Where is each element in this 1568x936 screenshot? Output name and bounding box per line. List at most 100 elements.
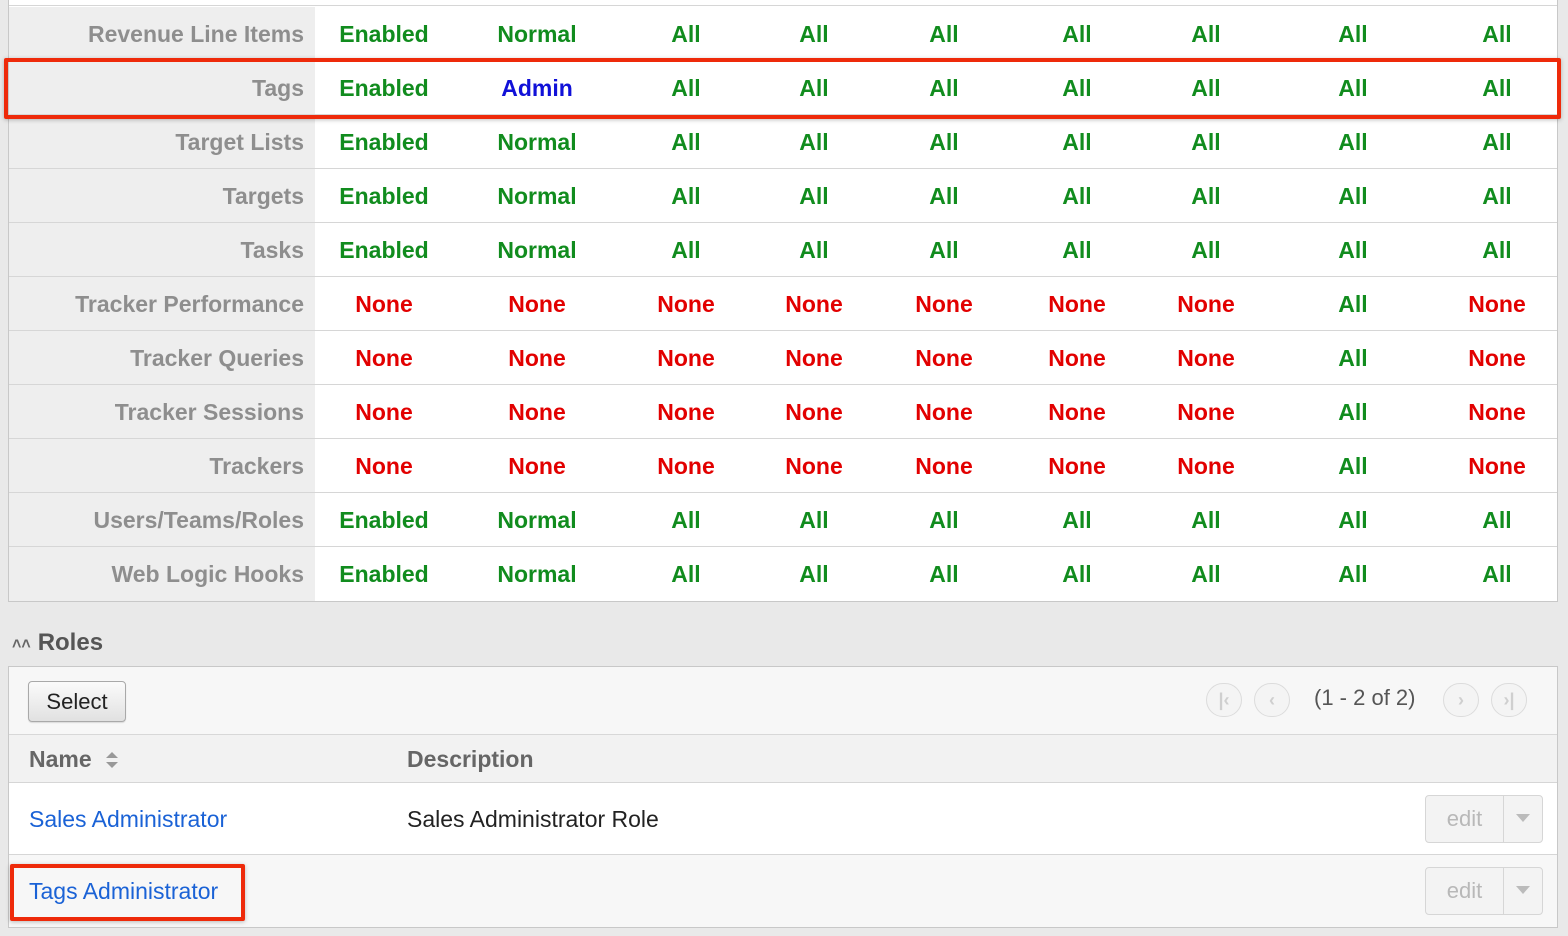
- permission-cell[interactable]: None: [355, 277, 413, 330]
- permission-cell[interactable]: All: [799, 61, 828, 114]
- edit-button[interactable]: edit: [1426, 796, 1504, 842]
- permission-cell[interactable]: All: [929, 547, 958, 601]
- permission-cell[interactable]: All: [1062, 7, 1091, 60]
- next-page-icon[interactable]: ›: [1443, 683, 1479, 717]
- permission-cell[interactable]: Normal: [497, 7, 576, 60]
- permission-cell[interactable]: All: [1062, 115, 1091, 168]
- permission-cell[interactable]: None: [355, 331, 413, 384]
- permission-cell[interactable]: None: [355, 439, 413, 492]
- permission-cell[interactable]: Normal: [497, 547, 576, 601]
- role-name-link[interactable]: Tags Administrator: [29, 855, 218, 927]
- permission-cell[interactable]: Enabled: [339, 493, 428, 546]
- permission-cell[interactable]: All: [1338, 277, 1367, 330]
- permission-cell[interactable]: None: [1048, 277, 1106, 330]
- permission-cell[interactable]: None: [1177, 439, 1235, 492]
- permission-cell[interactable]: None: [1177, 277, 1235, 330]
- permission-cell[interactable]: All: [929, 223, 958, 276]
- permission-cell[interactable]: All: [671, 115, 700, 168]
- permission-cell[interactable]: All: [671, 493, 700, 546]
- permission-cell[interactable]: All: [1062, 547, 1091, 601]
- permission-cell[interactable]: Normal: [497, 115, 576, 168]
- permission-cell[interactable]: Normal: [497, 223, 576, 276]
- actions-dropdown-icon[interactable]: [1504, 796, 1542, 842]
- permission-cell[interactable]: None: [657, 277, 715, 330]
- permission-cell[interactable]: All: [929, 169, 958, 222]
- permission-cell[interactable]: All: [1338, 7, 1367, 60]
- permission-cell[interactable]: None: [1048, 385, 1106, 438]
- permission-cell[interactable]: None: [508, 439, 566, 492]
- permission-cell[interactable]: Enabled: [339, 169, 428, 222]
- permission-cell[interactable]: All: [1191, 547, 1220, 601]
- permission-cell[interactable]: Enabled: [339, 115, 428, 168]
- permission-cell[interactable]: All: [671, 169, 700, 222]
- permission-cell[interactable]: Admin: [501, 61, 573, 114]
- permission-cell[interactable]: None: [1048, 331, 1106, 384]
- permission-cell[interactable]: None: [508, 331, 566, 384]
- permission-cell[interactable]: All: [671, 61, 700, 114]
- permission-cell[interactable]: All: [799, 493, 828, 546]
- permission-cell[interactable]: None: [785, 277, 843, 330]
- permission-cell[interactable]: All: [799, 169, 828, 222]
- permission-cell[interactable]: All: [1482, 493, 1511, 546]
- permission-cell[interactable]: All: [1191, 7, 1220, 60]
- permission-cell[interactable]: All: [1062, 493, 1091, 546]
- permission-cell[interactable]: Enabled: [339, 223, 428, 276]
- permission-cell[interactable]: None: [1468, 331, 1526, 384]
- last-page-icon[interactable]: ›|: [1491, 683, 1527, 717]
- first-page-icon[interactable]: |‹: [1206, 683, 1242, 717]
- permission-cell[interactable]: None: [355, 385, 413, 438]
- permission-cell[interactable]: All: [1062, 223, 1091, 276]
- role-name-link[interactable]: Sales Administrator: [29, 783, 227, 855]
- permission-cell[interactable]: All: [1482, 115, 1511, 168]
- permission-cell[interactable]: None: [508, 385, 566, 438]
- permission-cell[interactable]: None: [915, 439, 973, 492]
- permission-cell[interactable]: Normal: [497, 169, 576, 222]
- permission-cell[interactable]: None: [915, 385, 973, 438]
- permission-cell[interactable]: All: [1482, 169, 1511, 222]
- permission-cell[interactable]: All: [1191, 223, 1220, 276]
- edit-button[interactable]: edit: [1426, 868, 1504, 914]
- permission-cell[interactable]: All: [1338, 169, 1367, 222]
- permission-cell[interactable]: None: [1468, 385, 1526, 438]
- permission-cell[interactable]: All: [671, 547, 700, 601]
- permission-cell[interactable]: All: [929, 493, 958, 546]
- collapse-chevron-icon[interactable]: ˄˄: [12, 636, 31, 654]
- permission-cell[interactable]: All: [1191, 115, 1220, 168]
- permission-cell[interactable]: All: [1338, 493, 1367, 546]
- permission-cell[interactable]: None: [915, 331, 973, 384]
- permission-cell[interactable]: All: [799, 547, 828, 601]
- permission-cell[interactable]: All: [929, 115, 958, 168]
- permission-cell[interactable]: None: [785, 331, 843, 384]
- permission-cell[interactable]: None: [657, 439, 715, 492]
- permission-cell[interactable]: All: [1191, 493, 1220, 546]
- permission-cell[interactable]: Enabled: [339, 547, 428, 601]
- permission-cell[interactable]: All: [1062, 61, 1091, 114]
- permission-cell[interactable]: All: [1338, 115, 1367, 168]
- permission-cell[interactable]: All: [1482, 223, 1511, 276]
- permission-cell[interactable]: Enabled: [339, 61, 428, 114]
- permission-cell[interactable]: All: [1191, 169, 1220, 222]
- permission-cell[interactable]: All: [1191, 61, 1220, 114]
- permission-cell[interactable]: All: [799, 223, 828, 276]
- permission-cell[interactable]: All: [1482, 547, 1511, 601]
- sort-icon[interactable]: [104, 750, 120, 770]
- permission-cell[interactable]: None: [915, 277, 973, 330]
- permission-cell[interactable]: None: [1177, 385, 1235, 438]
- permission-cell[interactable]: Normal: [497, 493, 576, 546]
- permission-cell[interactable]: All: [1338, 547, 1367, 601]
- permission-cell[interactable]: None: [1468, 277, 1526, 330]
- name-column-header[interactable]: Name: [29, 735, 92, 783]
- permission-cell[interactable]: Enabled: [339, 7, 428, 60]
- permission-cell[interactable]: All: [1338, 439, 1367, 492]
- permission-cell[interactable]: All: [671, 7, 700, 60]
- permission-cell[interactable]: All: [1482, 61, 1511, 114]
- select-button[interactable]: Select: [28, 681, 126, 722]
- permission-cell[interactable]: None: [1468, 439, 1526, 492]
- permission-cell[interactable]: None: [657, 385, 715, 438]
- permission-cell[interactable]: All: [1338, 331, 1367, 384]
- previous-page-icon[interactable]: ‹: [1254, 683, 1290, 717]
- permission-cell[interactable]: None: [1048, 439, 1106, 492]
- permission-cell[interactable]: None: [785, 385, 843, 438]
- permission-cell[interactable]: All: [799, 115, 828, 168]
- permission-cell[interactable]: All: [1482, 7, 1511, 60]
